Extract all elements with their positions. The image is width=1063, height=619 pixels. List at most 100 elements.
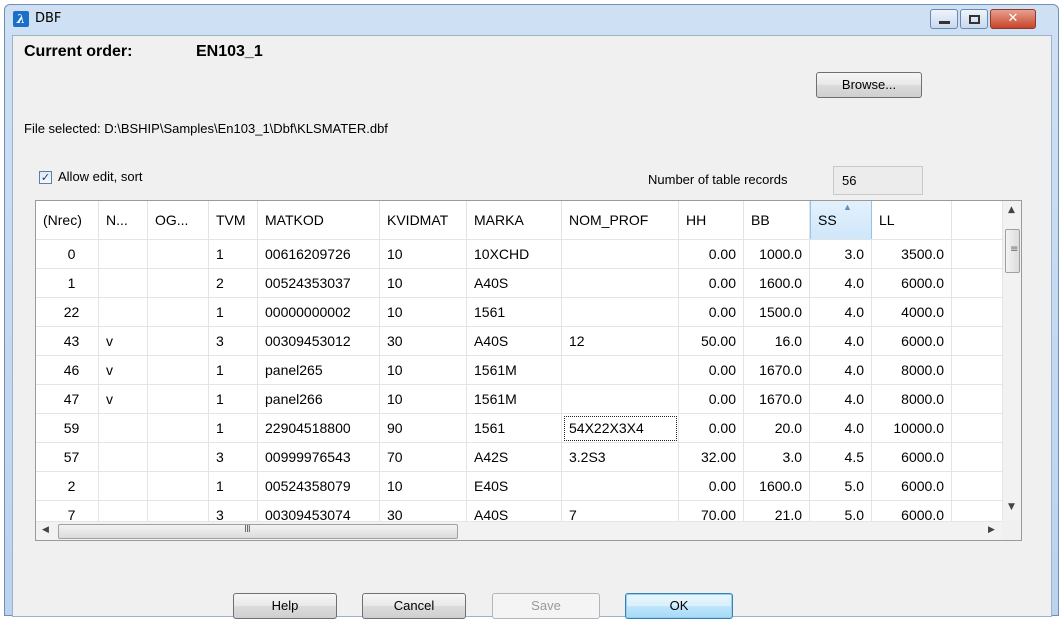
cell-ll[interactable]: 8000.0 [872,356,952,385]
table-row[interactable]: 0 1 00616209726 10 10XCHD 0.00 1000.0 3.0 3500.0 [36,239,1002,269]
cell-n[interactable] [99,501,148,522]
cell-marka[interactable]: A42S [467,443,562,472]
cell-nom-prof[interactable] [562,472,679,501]
cell-bb[interactable]: 16.0 [744,327,810,356]
cell-nrec[interactable]: 59 [36,414,99,443]
cell-nrec[interactable]: 22 [36,298,99,327]
cell-nrec[interactable]: 7 [36,501,99,522]
column-header-matkod[interactable]: MATKOD [258,201,380,239]
scroll-left-icon[interactable]: ◀ [42,525,49,535]
cell-tvm[interactable]: 1 [209,385,258,414]
cell-ss[interactable]: 4.0 [810,356,872,385]
cell-ll[interactable]: 6000.0 [872,501,952,522]
table-row[interactable]: 47 v 1 panel266 10 1561M 0.00 1670.0 4.0 8000.0 [36,384,1002,414]
cell-kvidmat[interactable]: 90 [380,414,467,443]
table-row[interactable]: 46 v 1 panel265 10 1561M 0.00 1670.0 4.0 8000.0 [36,355,1002,385]
cell-nom-prof[interactable]: 7 [562,501,679,522]
column-header-marka[interactable]: MARKA [467,201,562,239]
cell-matkod[interactable]: 00616209726 [258,240,380,269]
table-row[interactable]: 22 1 00000000002 10 1561 0.00 1500.0 4.0 4000.0 [36,297,1002,327]
cell-hh[interactable]: 0.00 [679,385,744,414]
cell-ss[interactable]: 4.5 [810,443,872,472]
cell-og[interactable] [148,385,209,414]
cell-ss[interactable]: 5.0 [810,472,872,501]
cell-marka[interactable]: A40S [467,501,562,522]
cell-og[interactable] [148,443,209,472]
cell-kvidmat[interactable]: 70 [380,443,467,472]
table-row[interactable]: 1 2 00524353037 10 A40S 0.00 1600.0 4.0 6000.0 [36,268,1002,298]
cell-nom-prof[interactable]: 54X22X3X4 [562,414,679,443]
cell-nrec[interactable]: 0 [36,240,99,269]
cell-tvm[interactable]: 1 [209,298,258,327]
cell-nrec[interactable]: 47 [36,385,99,414]
column-header-tvm[interactable]: TVM [209,201,258,239]
cell-nom-prof[interactable] [562,240,679,269]
cell-n[interactable] [99,298,148,327]
cell-ss[interactable]: 4.0 [810,385,872,414]
cell-nrec[interactable]: 1 [36,269,99,298]
cell-kvidmat[interactable]: 30 [380,501,467,522]
cell-marka[interactable]: 1561 [467,298,562,327]
cell-nom-prof[interactable]: 3.2S3 [562,443,679,472]
cell-ss[interactable]: 5.0 [810,501,872,522]
cell-bb[interactable]: 1500.0 [744,298,810,327]
cell-nom-prof[interactable]: 12 [562,327,679,356]
vertical-scrollbar[interactable]: ▲ ≡ ▼ [1002,201,1021,522]
scroll-right-icon[interactable]: ▶ [988,525,995,535]
cell-bb[interactable]: 1600.0 [744,269,810,298]
column-header-nom-prof[interactable]: NOM_PROF [562,201,679,239]
column-header-n[interactable]: N... [99,201,148,239]
cell-n[interactable] [99,240,148,269]
cell-nrec[interactable]: 2 [36,472,99,501]
cell-kvidmat[interactable]: 10 [380,240,467,269]
cell-tvm[interactable]: 2 [209,269,258,298]
cell-og[interactable] [148,269,209,298]
scroll-down-icon[interactable]: ▼ [1008,502,1015,512]
cell-og[interactable] [148,327,209,356]
cell-matkod[interactable]: 00524353037 [258,269,380,298]
cell-nrec[interactable]: 43 [36,327,99,356]
column-header-hh[interactable]: HH [679,201,744,239]
cell-hh[interactable]: 0.00 [679,298,744,327]
cell-ll[interactable]: 6000.0 [872,327,952,356]
cell-ll[interactable]: 4000.0 [872,298,952,327]
cell-nom-prof[interactable] [562,385,679,414]
column-header-ss[interactable]: SS ▲ [810,201,872,239]
cell-hh[interactable]: 0.00 [679,240,744,269]
cell-tvm[interactable]: 3 [209,327,258,356]
column-header-ll[interactable]: LL [872,201,952,239]
cell-bb[interactable]: 1670.0 [744,385,810,414]
table-row[interactable]: 43 v 3 00309453012 30 A40S 12 50.00 16.0 4.0 6000.… [36,326,1002,356]
dbf-table[interactable]: (Nrec) N... OG... TVM MATKOD KVIDMAT MAR… [35,200,1022,541]
cell-tvm[interactable]: 1 [209,472,258,501]
column-header-kvidmat[interactable]: KVIDMAT [380,201,467,239]
cell-tvm[interactable]: 1 [209,356,258,385]
cell-nom-prof[interactable] [562,356,679,385]
cell-kvidmat[interactable]: 10 [380,385,467,414]
cell-ss[interactable]: 3.0 [810,240,872,269]
cell-og[interactable] [148,501,209,522]
ok-button[interactable]: OK [625,593,733,619]
cell-hh[interactable]: 0.00 [679,472,744,501]
column-header-og[interactable]: OG... [148,201,209,239]
cell-ll[interactable]: 8000.0 [872,385,952,414]
column-header-bb[interactable]: BB [744,201,810,239]
cell-tvm[interactable]: 3 [209,501,258,522]
table-row[interactable]: 57 3 00999976543 70 A42S 3.2S3 32.00 3.0 4.5 6000… [36,442,1002,472]
cell-tvm[interactable]: 1 [209,414,258,443]
cell-nom-prof[interactable] [562,298,679,327]
cell-matkod[interactable]: panel266 [258,385,380,414]
cell-nrec[interactable]: 46 [36,356,99,385]
cell-kvidmat[interactable]: 10 [380,269,467,298]
cell-kvidmat[interactable]: 10 [380,472,467,501]
cell-n[interactable]: v [99,327,148,356]
cell-bb[interactable]: 1600.0 [744,472,810,501]
cell-ss[interactable]: 4.0 [810,414,872,443]
vertical-scroll-thumb[interactable]: ≡ [1005,229,1020,273]
table-row[interactable]: 7 3 00309453074 30 A40S 7 70.00 21.0 5.0 6000.0 [36,500,1002,522]
help-button[interactable]: Help [233,593,337,619]
cell-matkod[interactable]: 00309453012 [258,327,380,356]
cell-bb[interactable]: 20.0 [744,414,810,443]
column-header-nrec[interactable]: (Nrec) [36,201,99,239]
cell-tvm[interactable]: 3 [209,443,258,472]
